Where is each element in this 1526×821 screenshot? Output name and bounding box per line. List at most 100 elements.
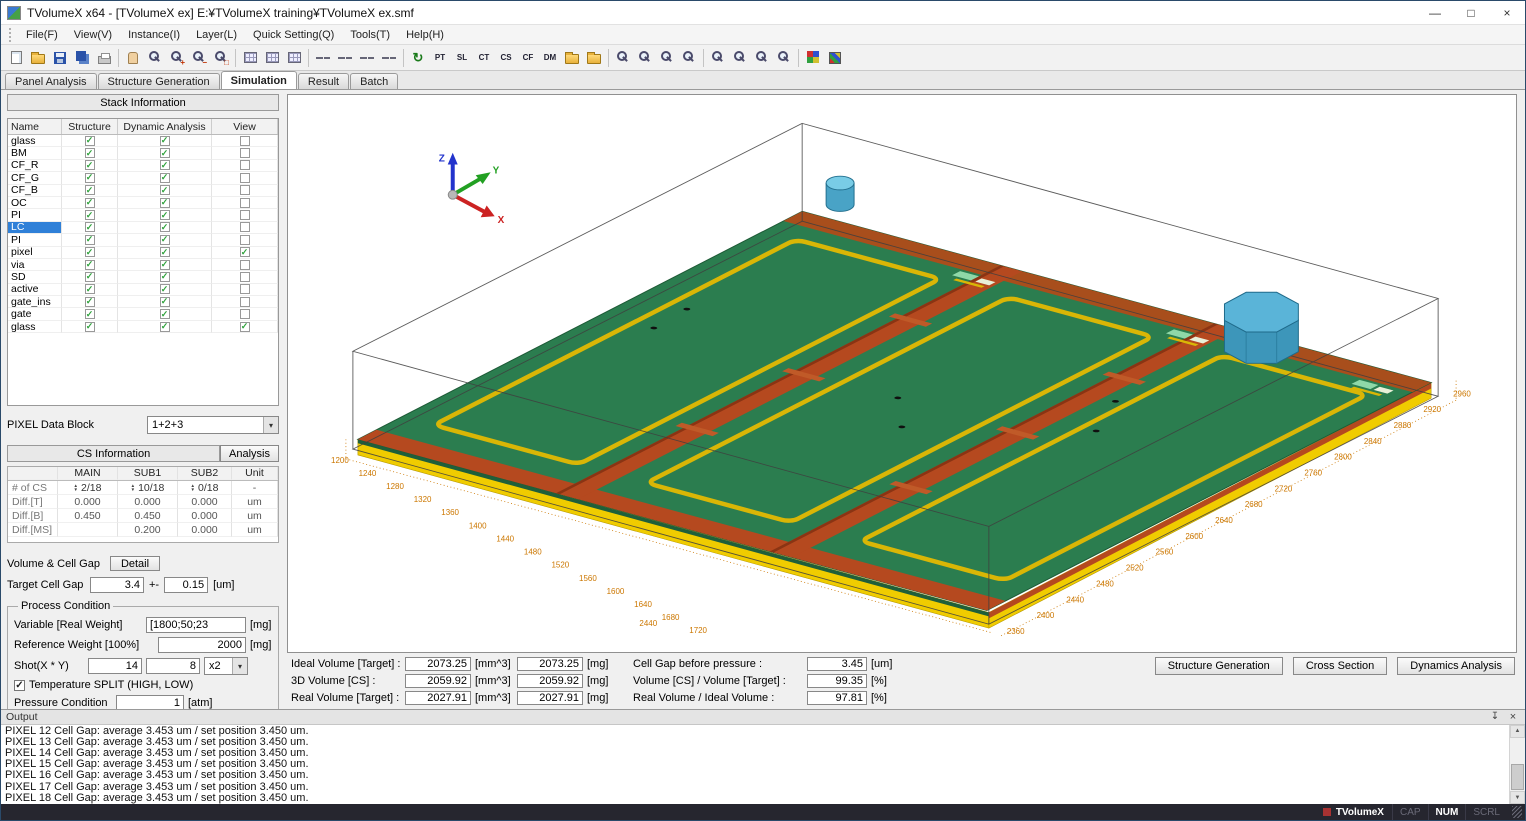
toolbar-button-new-file[interactable] [5,47,27,69]
view-checkbox[interactable]: ✓ [239,172,250,183]
stack-row-name[interactable]: LC [8,221,62,235]
pin-icon[interactable] [1488,711,1502,723]
structure-checkbox[interactable]: ✓ [84,296,95,307]
temperature-split-checkbox[interactable]: ✓ [14,679,25,691]
stack-row-name[interactable]: glass [8,320,62,334]
toolbar-button-palette[interactable] [802,47,824,69]
toolbar-button-zoom-out[interactable]: − [188,47,210,69]
dynamic-analysis-checkbox[interactable]: ✓ [159,234,170,245]
toolbar-button-tool-cs[interactable]: CS [495,47,517,69]
menu-tools-t[interactable]: Tools(T) [342,27,398,43]
dynamic-analysis-checkbox[interactable]: ✓ [159,197,170,208]
view-checkbox[interactable]: ✓ [239,271,250,282]
variable-weight-input[interactable] [146,617,246,633]
view-checkbox[interactable]: ✓ [239,259,250,270]
menu-layer-l[interactable]: Layer(L) [188,27,245,43]
chevron-down-icon[interactable] [263,417,278,433]
dynamic-analysis-checkbox[interactable]: ✓ [159,271,170,282]
toolbar-button-save-all[interactable] [71,47,93,69]
structure-checkbox[interactable]: ✓ [84,284,95,295]
shot-x-input[interactable] [88,658,142,674]
toolbar-button-zoom-window[interactable] [144,47,166,69]
view-checkbox[interactable]: ✓ [239,247,250,258]
menu-quick-setting-q[interactable]: Quick Setting(Q) [245,27,342,43]
scrollbar-track[interactable] [1510,738,1525,791]
cs-value-sub1[interactable]: ▲ ▼ 10/18 [118,481,178,495]
tab-simulation[interactable]: Simulation [220,71,297,89]
structure-checkbox[interactable]: ✓ [84,271,95,282]
toolbar-button-pair-display-1[interactable] [312,47,334,69]
toolbar-button-save-file[interactable] [49,47,71,69]
cs-value-main[interactable]: ▲ ▼ 2/18 [58,481,118,495]
toolbar-button-grid-view[interactable] [239,47,261,69]
tab-batch[interactable]: Batch [350,73,399,89]
toolbar-button-zoom-in[interactable]: + [166,47,188,69]
stack-row-name[interactable]: OC [8,196,62,210]
toolbar-button-tool-ct[interactable]: CT [473,47,495,69]
menu-file-f[interactable]: File(F) [18,27,66,43]
cell-gap-tolerance-input[interactable] [164,577,209,593]
dynamic-analysis-checkbox[interactable]: ✓ [159,321,170,332]
output-close-icon[interactable] [1506,711,1520,723]
toolbar-button-zoom-region-3[interactable] [656,47,678,69]
toolbar-button-tool-pt[interactable]: PT [429,47,451,69]
stack-row-name[interactable]: gate [8,308,62,321]
toolbar-button-open-file[interactable] [27,47,49,69]
pixel-data-block-dropdown[interactable]: 1+2+3 [147,416,279,434]
toolbar-button-pixel-matrix[interactable] [283,47,305,69]
output-scrollbar[interactable] [1509,724,1525,804]
dynamic-analysis-checkbox[interactable]: ✓ [159,284,170,295]
toolbar-button-pair-display-3[interactable] [356,47,378,69]
dynamic-analysis-checkbox[interactable]: ✓ [159,172,170,183]
toolbar-button-pair-display-2[interactable] [334,47,356,69]
pressure-input[interactable] [116,695,184,709]
dynamic-analysis-checkbox[interactable]: ✓ [159,309,170,320]
toolbar-button-print[interactable] [93,47,115,69]
view-checkbox[interactable]: ✓ [239,309,250,320]
structure-checkbox[interactable]: ✓ [84,321,95,332]
structure-checkbox[interactable]: ✓ [84,210,95,221]
toolbar-button-zoom-region-1[interactable] [612,47,634,69]
menu-help-h[interactable]: Help(H) [398,27,452,43]
stack-row-name[interactable]: active [8,283,62,297]
tab-result[interactable]: Result [297,73,350,89]
dynamic-analysis-checkbox[interactable]: ✓ [159,148,170,159]
view-checkbox[interactable]: ✓ [239,234,250,245]
view-checkbox[interactable]: ✓ [239,185,250,196]
toolbar-button-layer-table[interactable] [261,47,283,69]
structure-checkbox[interactable]: ✓ [84,135,95,146]
stack-information-header[interactable]: Stack Information [7,94,279,111]
cross-section-button[interactable]: Cross Section [1292,656,1388,675]
toolbar-button-zoom-layer-1[interactable] [707,47,729,69]
toolbar-button-refresh-structure[interactable]: ↻ [407,47,429,69]
view-checkbox[interactable]: ✓ [239,284,250,295]
toolbar-button-zoom-region-2[interactable] [634,47,656,69]
view-checkbox[interactable]: ✓ [239,321,250,332]
toolbar-button-zoom-fit[interactable]: □ [210,47,232,69]
dynamic-analysis-checkbox[interactable]: ✓ [159,160,170,171]
structure-checkbox[interactable]: ✓ [84,247,95,258]
structure-checkbox[interactable]: ✓ [84,172,95,183]
analysis-button[interactable]: Analysis [220,445,279,462]
view-checkbox[interactable]: ✓ [239,148,250,159]
scroll-down-icon[interactable] [1510,791,1525,804]
dynamics-analysis-button[interactable]: Dynamics Analysis [1397,656,1515,675]
close-button[interactable]: × [1489,1,1525,24]
cs-value-sub2[interactable]: ▲ ▼ 0/18 [178,481,232,495]
toolbar-button-tool-sl[interactable]: SL [451,47,473,69]
structure-checkbox[interactable]: ✓ [84,185,95,196]
view-checkbox[interactable]: ✓ [239,160,250,171]
toolbar-button-pair-display-4[interactable] [378,47,400,69]
scrollbar-thumb[interactable] [1511,764,1524,790]
structure-checkbox[interactable]: ✓ [84,197,95,208]
menu-view-v[interactable]: View(V) [66,27,120,43]
dynamic-analysis-checkbox[interactable]: ✓ [159,222,170,233]
structure-checkbox[interactable]: ✓ [84,222,95,233]
dynamic-analysis-checkbox[interactable]: ✓ [159,259,170,270]
detail-button[interactable]: Detail [109,556,161,571]
dynamic-analysis-checkbox[interactable]: ✓ [159,210,170,221]
reference-weight-input[interactable] [158,637,246,653]
structure-checkbox[interactable]: ✓ [84,309,95,320]
3d-viewport[interactable]: Z Y X 1200 1240 1280 1320 1360 1400 1440 1480 15… [287,94,1517,653]
stack-row-name[interactable]: via [8,258,62,272]
